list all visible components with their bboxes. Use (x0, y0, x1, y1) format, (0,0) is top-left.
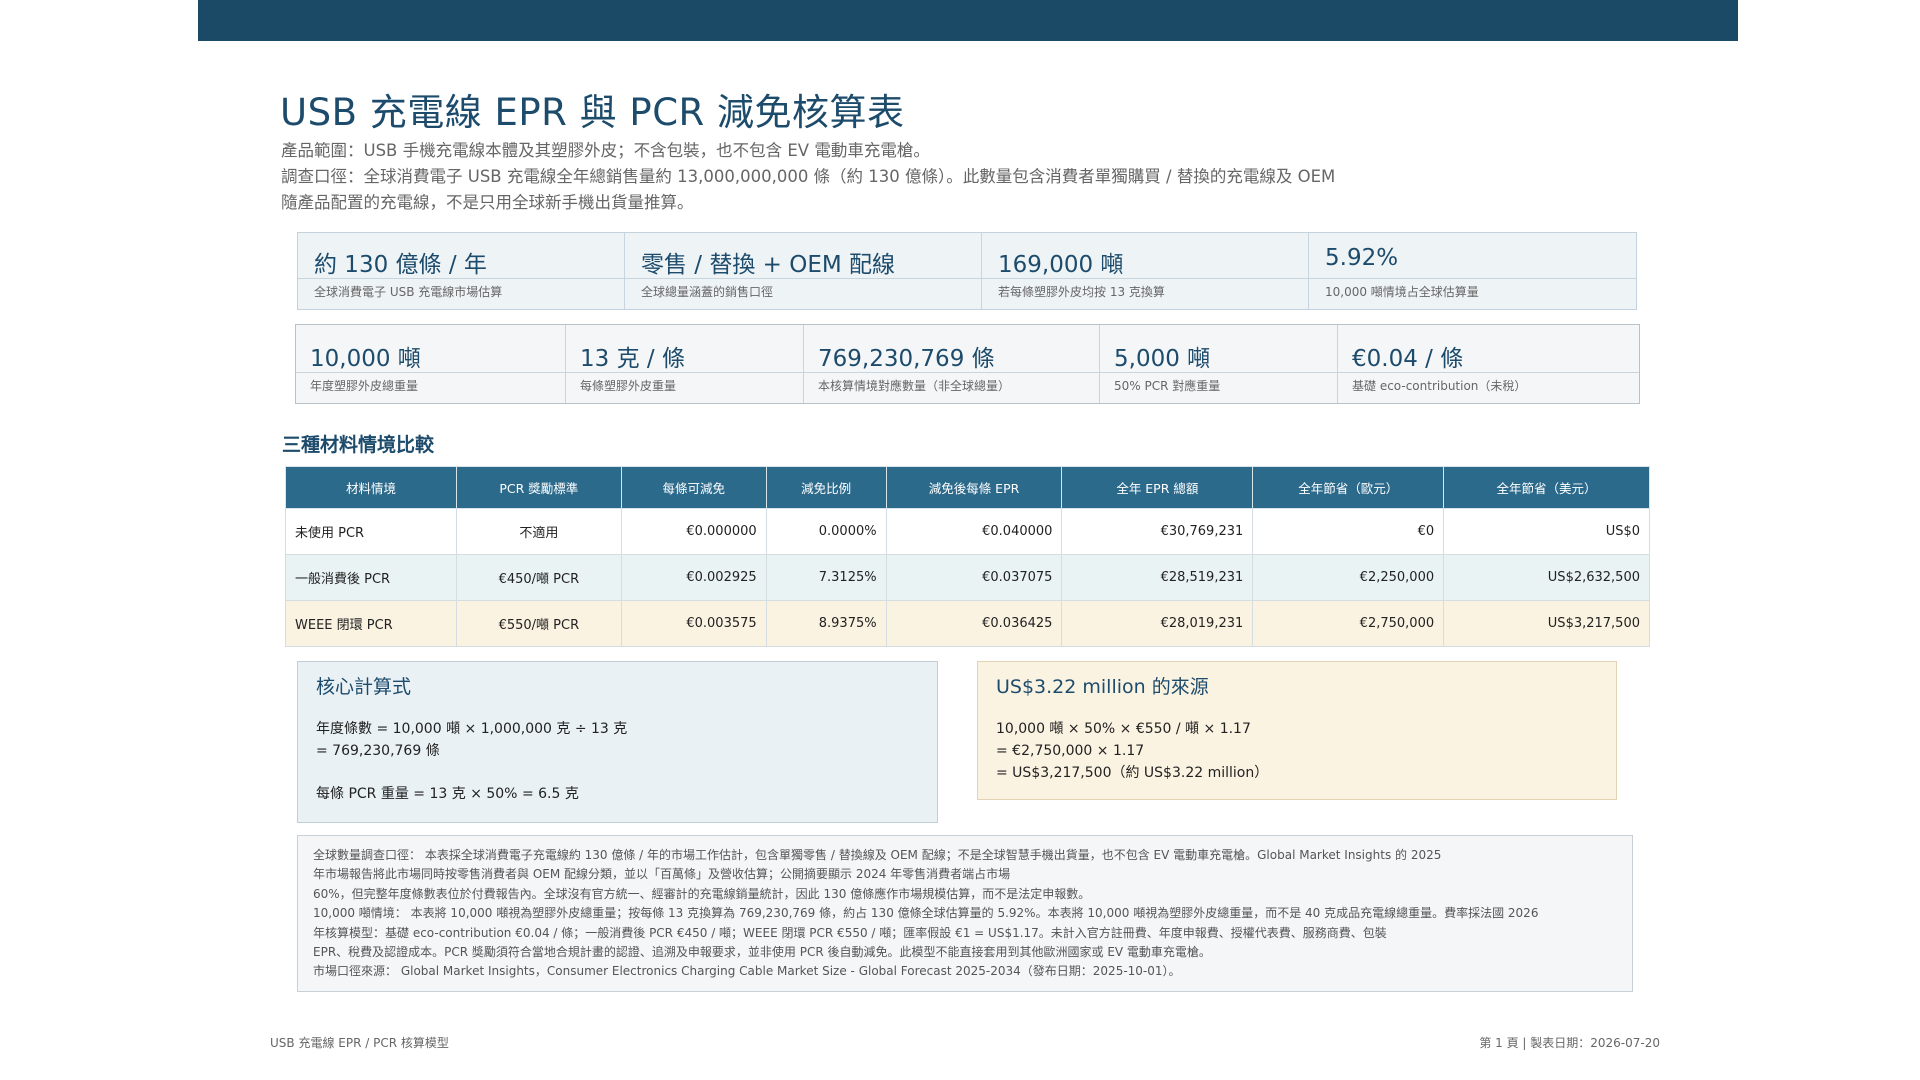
source-line: = €2,750,000 × 1.17 (996, 743, 1145, 759)
intro-scope: 產品範圍：USB 手機充電線本體及其塑膠外皮；不含包裝，也不包含 EV 電動車充… (281, 141, 930, 160)
kpi-value: 10,000 噸 (310, 346, 421, 372)
source-lines: 10,000 噸 × 50% × €550 / 噸 × 1.17 = €2,75… (996, 718, 1268, 784)
kpi-label: 10,000 噸情境占全球估算量 (1309, 278, 1636, 300)
column-header: 材料情境 (285, 466, 457, 509)
table-cell: €450/噸 PCR (455, 554, 622, 601)
formula-box-title: 核心計算式 (316, 676, 412, 698)
table-cell: €2,250,000 (1252, 554, 1445, 601)
intro-survey: 調查口徑：全球消費電子 USB 充電線全年總銷售量約 13,000,000,00… (281, 167, 1336, 186)
kpi-label: 年度塑膠外皮總重量 (296, 372, 565, 394)
kpi-card-share: 5.92% 10,000 噸情境占全球估算量 (1309, 233, 1636, 309)
kpi-card-market-volume: 約 130 億條 / 年 全球消費電子 USB 充電線市場估算 (298, 233, 625, 309)
note-line: 市場口徑來源： Global Market Insights，Consumer … (313, 964, 1181, 979)
note-line: 10,000 噸情境： 本表將 10,000 噸視為塑膠外皮總重量；按每條 13… (313, 906, 1539, 921)
column-header: 全年節省（美元） (1443, 466, 1650, 509)
table-cell: €0.003575 (620, 600, 767, 647)
market-summary-cards: 約 130 億條 / 年 全球消費電子 USB 充電線市場估算 零售 / 替換 … (297, 232, 1637, 310)
table-cell: €0.040000 (885, 508, 1063, 555)
table-cell: 0.0000% (765, 508, 887, 555)
column-header: 全年節省（歐元） (1252, 466, 1445, 509)
kpi-card-unit-weight: 13 克 / 條 每條塑膠外皮重量 (566, 325, 804, 403)
table-row: WEEE 閉環 PCR €550/噸 PCR €0.003575 8.9375%… (285, 600, 1650, 647)
formula-line: 每條 PCR 重量 = 13 克 × 50% = 6.5 克 (316, 786, 579, 802)
column-header: 減免比例 (765, 466, 887, 509)
kpi-card-eco-contribution: €0.04 / 條 基礎 eco-contribution（未稅） (1338, 325, 1639, 403)
formula-line: = 769,230,769 條 (316, 743, 440, 759)
source-line: = US$3,217,500（約 US$3.22 million） (996, 765, 1269, 781)
table-cell: €28,019,231 (1061, 600, 1254, 647)
table-cell: 未使用 PCR (285, 508, 457, 555)
note-line: 全球數量調查口徑： 本表採全球消費電子充電線約 130 億條 / 年的市場工作估… (313, 848, 1442, 862)
table-cell: US$3,217,500 (1443, 600, 1650, 647)
kpi-value: 13 克 / 條 (580, 346, 685, 372)
kpi-card-unit-count: 769,230,769 條 本核算情境對應數量（非全球總量） (804, 325, 1100, 403)
table-cell: €0.036425 (885, 600, 1063, 647)
note-line: 年核算模型：基礎 eco-contribution €0.04 / 條；一般消費… (313, 925, 1387, 940)
page-title: USB 充電線 EPR 與 PCR 減免核算表 (280, 91, 905, 134)
scenario-comparison-table: 材料情境 PCR 獎勵標準 每條可減免 減免比例 減免後每條 EPR 全年 EP… (285, 466, 1650, 647)
column-header: PCR 獎勵標準 (455, 466, 622, 509)
kpi-label: 每條塑膠外皮重量 (566, 372, 803, 394)
table-cell: €30,769,231 (1061, 508, 1254, 555)
kpi-label: 基礎 eco-contribution（未稅） (1338, 372, 1639, 394)
kpi-label: 全球總量涵蓋的銷售口徑 (625, 278, 981, 300)
formula-line: 年度條數 = 10,000 噸 × 1,000,000 克 ÷ 13 克 (316, 721, 628, 737)
table-cell: WEEE 閉環 PCR (285, 600, 457, 647)
table-cell: 7.3125% (765, 554, 887, 601)
kpi-card-sales-scope: 零售 / 替換 + OEM 配線 全球總量涵蓋的銷售口徑 (625, 233, 982, 309)
savings-source-box: US$3.22 million 的來源 10,000 噸 × 50% × €55… (977, 661, 1617, 800)
kpi-value: 5,000 噸 (1114, 346, 1211, 372)
source-line: 10,000 噸 × 50% × €550 / 噸 × 1.17 (996, 721, 1251, 737)
footer-page-info: 第 1 頁 | 製表日期：2026-07-20 (1479, 1036, 1660, 1050)
core-formula-box: 核心計算式 年度條數 = 10,000 噸 × 1,000,000 克 ÷ 13… (297, 661, 938, 823)
kpi-value: €0.04 / 條 (1352, 346, 1464, 372)
note-line: 年市場報告將此市場同時按零售消費者與 OEM 配線分類，並以「百萬條」及營收估算… (313, 867, 1011, 882)
table-cell: €0.002925 (620, 554, 767, 601)
table-row: 未使用 PCR 不適用 €0.000000 0.0000% €0.040000 … (285, 508, 1650, 555)
table-cell: 一般消費後 PCR (285, 554, 457, 601)
table-cell: €0.037075 (885, 554, 1063, 601)
methodology-notes: 全球數量調查口徑： 本表採全球消費電子充電線約 130 億條 / 年的市場工作估… (297, 835, 1633, 992)
kpi-value: 769,230,769 條 (818, 346, 995, 372)
kpi-value: 零售 / 替換 + OEM 配線 (641, 252, 896, 278)
kpi-label: 本核算情境對應數量（非全球總量） (804, 372, 1099, 394)
column-header: 每條可減免 (620, 466, 767, 509)
column-header: 全年 EPR 總額 (1061, 466, 1254, 509)
scenario-summary-cards: 10,000 噸 年度塑膠外皮總重量 13 克 / 條 每條塑膠外皮重量 769… (295, 324, 1640, 404)
kpi-value: 5.92% (1325, 245, 1399, 271)
top-header-bar (198, 0, 1738, 41)
note-line: EPR、稅費及認證成本。PCR 獎勵須符合當地合規計畫的認證、追溯及申報要求，並… (313, 945, 1211, 960)
table-cell: €0.000000 (620, 508, 767, 555)
table-cell: €28,519,231 (1061, 554, 1254, 601)
column-header: 減免後每條 EPR (885, 466, 1063, 509)
table-cell: 8.9375% (765, 600, 887, 647)
table-row: 一般消費後 PCR €450/噸 PCR €0.002925 7.3125% €… (285, 554, 1650, 601)
table-cell: US$0 (1443, 508, 1650, 555)
table-header-row: 材料情境 PCR 獎勵標準 每條可減免 減免比例 減免後每條 EPR 全年 EP… (285, 466, 1650, 509)
kpi-label: 全球消費電子 USB 充電線市場估算 (298, 278, 624, 300)
formula-lines: 年度條數 = 10,000 噸 × 1,000,000 克 ÷ 13 克 = 7… (316, 718, 627, 805)
intro-text: 產品範圍：USB 手機充電線本體及其塑膠外皮；不含包裝，也不包含 EV 電動車充… (281, 138, 1401, 216)
table-cell: €0 (1252, 508, 1445, 555)
table-cell: €550/噸 PCR (455, 600, 622, 647)
note-line: 60%，但完整年度條數表位於付費報告內。全球沒有官方統一、經審計的充電線銷量統計… (313, 886, 1091, 901)
kpi-label: 若每條塑膠外皮均按 13 克換算 (982, 278, 1308, 300)
footer-doc-name: USB 充電線 EPR / PCR 核算模型 (270, 1036, 449, 1050)
kpi-value: 169,000 噸 (998, 252, 1124, 278)
table-cell: 不適用 (455, 508, 622, 555)
table-cell: €2,750,000 (1252, 600, 1445, 647)
section-title-scenarios: 三種材料情境比較 (282, 434, 435, 456)
kpi-value: 約 130 億條 / 年 (314, 252, 487, 278)
table-cell: US$2,632,500 (1443, 554, 1650, 601)
kpi-card-pcr-weight: 5,000 噸 50% PCR 對應重量 (1100, 325, 1338, 403)
source-box-title: US$3.22 million 的來源 (996, 676, 1209, 698)
intro-survey-cont: 隨產品配置的充電線，不是只用全球新手機出貨量推算。 (281, 193, 694, 212)
kpi-label: 50% PCR 對應重量 (1100, 372, 1337, 394)
kpi-card-global-tonnage: 169,000 噸 若每條塑膠外皮均按 13 克換算 (982, 233, 1309, 309)
kpi-card-annual-weight: 10,000 噸 年度塑膠外皮總重量 (296, 325, 566, 403)
